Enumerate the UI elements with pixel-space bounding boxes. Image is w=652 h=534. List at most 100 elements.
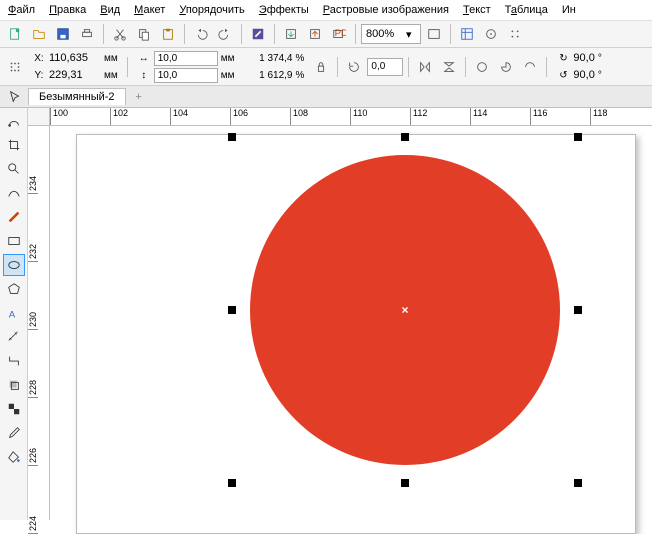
crop-tool[interactable] [3,134,25,156]
rotate-icon [343,56,365,78]
scale-x[interactable]: 1 374,4 [245,53,293,64]
separator [184,24,185,44]
selection-handle-e[interactable] [574,306,582,314]
ellipse-tool[interactable] [3,254,25,276]
snap-button[interactable] [504,23,526,45]
save-button[interactable] [52,23,74,45]
separator [337,57,338,77]
rectangle-tool[interactable] [3,230,25,252]
drawing-canvas[interactable]: × [50,126,652,520]
separator [450,24,451,44]
selection-handle-n[interactable] [401,133,409,141]
toolbox: A [0,108,28,520]
menu-table[interactable]: Таблица [505,4,548,16]
rotation-input[interactable] [367,58,403,76]
menu-edit[interactable]: Правка [49,4,86,16]
ruler-vertical[interactable]: 234 232 230 228 226 224 [28,126,50,520]
width-input[interactable] [154,51,218,66]
pick-tool[interactable] [4,86,26,108]
separator [241,24,242,44]
tab-document[interactable]: Безымянный-2 [28,88,126,105]
x-label: X: [32,53,46,64]
workspace: A 100 102 104 106 108 110 112 114 116 11… [0,108,652,520]
import-button[interactable] [280,23,302,45]
selection-handle-ne[interactable] [574,133,582,141]
menu-arrange[interactable]: Упорядочить [179,4,244,16]
y-value[interactable]: 229,31 [49,69,101,81]
arc-mode-button[interactable] [519,56,541,78]
menu-bar: Файл Правка Вид Макет Упорядочить Эффект… [0,0,652,21]
search-button[interactable] [247,23,269,45]
eyedropper-tool[interactable] [3,422,25,444]
selection-handle-s[interactable] [401,479,409,487]
zoom-combo[interactable]: ▾ [361,24,421,44]
separator [103,24,104,44]
end-angle-icon: ↺ [556,70,570,81]
selection-handle-sw[interactable] [228,479,236,487]
menu-view[interactable]: Вид [100,4,120,16]
show-grid-button[interactable] [480,23,502,45]
parallel-dim-tool[interactable] [3,326,25,348]
separator [546,57,547,77]
separator [274,24,275,44]
angle2[interactable]: 90,0 [573,69,594,81]
shape-tool[interactable] [3,110,25,132]
dropdown-icon: ▾ [406,28,414,41]
copy-button[interactable] [133,23,155,45]
paste-button[interactable] [157,23,179,45]
zoom-tool[interactable] [3,158,25,180]
center-marker: × [401,303,408,317]
scale-y[interactable]: 1 612,9 [245,70,293,81]
ellipse-mode-button[interactable] [471,56,493,78]
transparency-tool[interactable] [3,398,25,420]
tab-new-button[interactable]: + [130,88,148,106]
freehand-tool[interactable] [3,182,25,204]
height-icon: ↕ [137,70,151,81]
menu-tools[interactable]: Ин [562,4,576,16]
publish-button[interactable]: PDF [328,23,350,45]
new-doc-button[interactable] [4,23,26,45]
print-button[interactable] [76,23,98,45]
drop-shadow-tool[interactable] [3,374,25,396]
undo-button[interactable] [190,23,212,45]
artistic-media-tool[interactable] [3,206,25,228]
h-unit: мм [221,70,235,81]
show-rulers-button[interactable] [456,23,478,45]
ruler-horizontal[interactable]: 100 102 104 106 108 110 112 114 116 118 [50,108,652,126]
polygon-tool[interactable] [3,278,25,300]
fill-tool[interactable] [3,446,25,468]
height-input[interactable] [154,68,218,83]
menu-layout[interactable]: Макет [134,4,165,16]
zoom-input[interactable] [366,28,406,40]
selection-handle-se[interactable] [574,479,582,487]
selection-handle-nw[interactable] [228,133,236,141]
menu-file[interactable]: Файл [8,4,35,16]
separator [127,57,128,77]
svg-text:PDF: PDF [335,28,346,39]
w-unit: мм [221,53,235,64]
x-value[interactable]: 110,635 [49,52,101,64]
menu-effects[interactable]: Эффекты [259,4,309,16]
open-button[interactable] [28,23,50,45]
selection-handle-w[interactable] [228,306,236,314]
menu-bitmap[interactable]: Растровые изображения [323,4,449,16]
separator [408,57,409,77]
connector-tool[interactable] [3,350,25,372]
standard-toolbar: PDF ▾ [0,21,652,48]
ruler-corner [28,108,50,126]
lock-ratio-button[interactable] [310,56,332,78]
angle1[interactable]: 90,0 [573,52,594,64]
mirror-v-button[interactable] [438,56,460,78]
width-icon: ↔ [137,53,151,64]
export-button[interactable] [304,23,326,45]
svg-text:A: A [8,309,15,320]
redo-button[interactable] [214,23,236,45]
y-unit: мм [104,70,118,81]
cut-button[interactable] [109,23,131,45]
text-tool[interactable]: A [3,302,25,324]
pie-mode-button[interactable] [495,56,517,78]
fullscreen-button[interactable] [423,23,445,45]
menu-text[interactable]: Текст [463,4,491,16]
x-unit: мм [104,53,118,64]
mirror-h-button[interactable] [414,56,436,78]
